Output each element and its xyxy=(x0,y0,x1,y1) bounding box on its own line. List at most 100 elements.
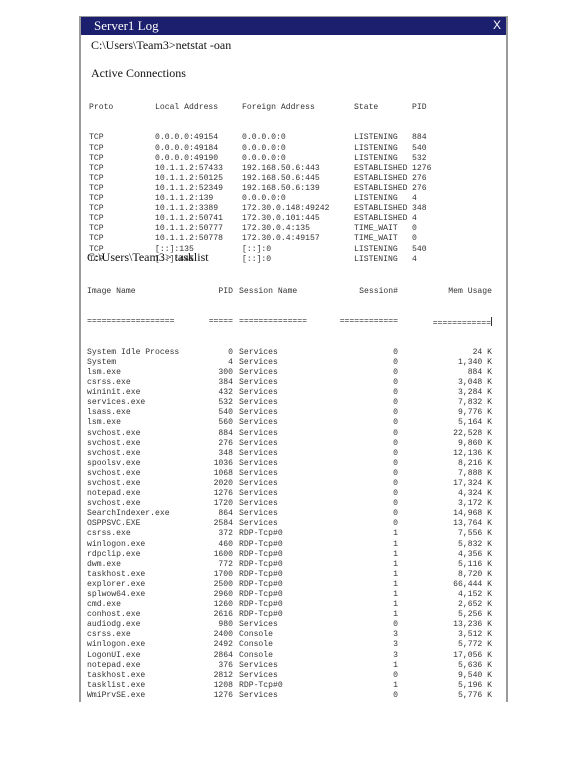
session-name-cell: RDP-Tcp#0 xyxy=(239,579,283,589)
process-row: System 4 Services 0 1,340 K xyxy=(87,358,492,368)
title-bar[interactable]: Server1 Log X xyxy=(81,17,506,35)
session-number-cell: 0 xyxy=(393,398,398,408)
session-name-cell: Services xyxy=(239,428,278,438)
netstat-row: TCP 10.1.1.2:50741 172.30.0.101:445 ESTABLI… xyxy=(89,214,452,224)
separator: ============ xyxy=(432,317,492,329)
col-image-name: Image Name xyxy=(87,287,136,297)
session-number-cell: 1 xyxy=(393,539,398,549)
session-number-cell: 0 xyxy=(393,458,398,468)
image-name-cell: System Idle Process xyxy=(87,347,180,357)
session-number-cell: 1 xyxy=(393,559,398,569)
session-number-cell: 0 xyxy=(393,408,398,418)
pid-cell: 276 xyxy=(412,173,427,183)
image-name-cell: rdpclip.exe xyxy=(87,549,141,559)
state-cell: ESTABLISHED xyxy=(354,204,408,214)
pid-cell: 560 xyxy=(218,418,233,428)
session-name-cell: Services xyxy=(239,357,278,367)
foreign-address-cell: 192.168.50.6:445 xyxy=(242,173,320,183)
session-name-cell: Services xyxy=(239,478,278,488)
mem-usage-cell: 5,256 K xyxy=(458,610,492,620)
mem-usage-cell: 3,512 K xyxy=(458,630,492,640)
session-name-cell: Services xyxy=(239,408,278,418)
tasklist-command: C:\Users\Team3> tasklist xyxy=(87,250,209,264)
session-number-cell: 0 xyxy=(393,478,398,488)
mem-usage-cell: 9,776 K xyxy=(458,408,492,418)
mem-usage-cell: 66,444 K xyxy=(453,579,492,589)
mem-usage-cell: 5,164 K xyxy=(458,418,492,428)
session-number-cell: 3 xyxy=(393,640,398,650)
pid-cell: 2020 xyxy=(213,478,233,488)
process-row: notepad.exe 376 Services 1 5,636 K xyxy=(87,661,492,671)
local-address-cell: 10.1.1.2:50778 xyxy=(155,234,223,244)
pid-cell: 540 xyxy=(412,143,427,153)
mem-usage-cell: 12,136 K xyxy=(453,448,492,458)
image-name-cell: csrss.exe xyxy=(87,378,131,388)
session-name-cell: RDP-Tcp#0 xyxy=(239,610,283,620)
image-name-cell: taskhost.exe xyxy=(87,569,146,579)
proto-cell: TCP xyxy=(89,143,104,153)
mem-usage-cell: 4,152 K xyxy=(458,590,492,599)
session-name-cell: Services xyxy=(239,418,278,428)
image-name-cell: svchost.exe xyxy=(87,448,141,458)
session-number-cell: 3 xyxy=(393,650,398,660)
pid-cell: 540 xyxy=(412,244,427,254)
session-name-cell: Console xyxy=(239,630,273,640)
session-name-cell: Services xyxy=(239,690,278,700)
pid-cell: 376 xyxy=(218,660,233,670)
image-name-cell: svchost.exe xyxy=(87,468,141,478)
local-address-cell: 10.1.1.2:3389 xyxy=(155,204,219,214)
process-row: wininit.exe 432 Services 0 3,284 K xyxy=(87,388,492,398)
session-number-cell: 1 xyxy=(393,610,398,620)
pid-cell: 0 xyxy=(412,224,417,234)
session-number-cell: 0 xyxy=(393,388,398,398)
session-number-cell: 0 xyxy=(393,620,398,630)
pid-cell: 532 xyxy=(218,398,233,408)
netstat-row: TCP 10.1.1.2:50778 172.30.0.4:49157 TIME_WA… xyxy=(89,234,452,244)
mem-usage-cell: 13,764 K xyxy=(453,519,492,529)
mem-usage-cell: 5,776 K xyxy=(458,690,492,700)
process-row: svchost.exe 884 Services 0 22,528 K xyxy=(87,429,492,439)
close-icon[interactable]: X xyxy=(493,18,501,32)
col-session-name: Session Name xyxy=(239,287,298,297)
state-cell: LISTENING xyxy=(354,194,398,204)
process-row: svchost.exe 276 Services 0 9,860 K xyxy=(87,439,492,449)
local-address-cell: 10.1.1.2:50741 xyxy=(155,214,223,224)
col-mem-usage: Mem Usage xyxy=(448,287,492,297)
pid-cell: 1700 xyxy=(213,569,233,579)
session-name-cell: Services xyxy=(239,468,278,478)
process-row: csrss.exe 384 Services 0 3,048 K xyxy=(87,378,492,388)
mem-usage-cell: 5,832 K xyxy=(458,539,492,549)
session-number-cell: 0 xyxy=(393,509,398,519)
pid-cell: 4 xyxy=(228,357,233,367)
session-name-cell: Console xyxy=(239,640,273,650)
session-number-cell: 1 xyxy=(393,569,398,579)
netstat-row: TCP 10.1.1.2:50777 172.30.0.4:135 TIME_WAIT… xyxy=(89,224,452,234)
pid-cell: 772 xyxy=(218,559,233,569)
image-name-cell: services.exe xyxy=(87,398,146,408)
proto-cell: TCP xyxy=(89,214,104,224)
session-number-cell: 0 xyxy=(393,489,398,499)
pid-cell: 2400 xyxy=(213,630,233,640)
foreign-address-cell: 172.30.0.4:49157 xyxy=(242,234,320,244)
pid-cell: 300 xyxy=(218,367,233,377)
session-number-cell: 0 xyxy=(393,347,398,357)
pid-cell: 1600 xyxy=(213,549,233,559)
mem-usage-cell: 5,116 K xyxy=(458,559,492,569)
server-log-window: Server1 Log X C:\Users\Team3>netstat -oa… xyxy=(79,16,508,702)
session-name-cell: Services xyxy=(239,378,278,388)
netstat-header-row: Proto Local Address Foreign Address Stat… xyxy=(89,103,452,113)
state-cell: LISTENING xyxy=(354,143,398,153)
session-number-cell: 1 xyxy=(393,549,398,559)
pid-cell: 2616 xyxy=(213,610,233,620)
state-cell: ESTABLISHED xyxy=(354,214,408,224)
mem-usage-cell: 9,860 K xyxy=(458,438,492,448)
image-name-cell: lsm.exe xyxy=(87,418,121,428)
col-proto: Proto xyxy=(89,103,114,113)
netstat-row: TCP 0.0.0.0:49154 0.0.0.0:0 LISTENING 884 xyxy=(89,133,452,143)
session-number-cell: 1 xyxy=(393,590,398,599)
mem-usage-cell: 7,888 K xyxy=(458,468,492,478)
separator: ===== xyxy=(208,317,233,327)
netstat-row: TCP 10.1.1.2:52349 192.168.50.6:139 ESTABLI… xyxy=(89,184,452,194)
netstat-row: TCP 10.1.1.2:139 0.0.0.0:0 LISTENING 4 xyxy=(89,194,452,204)
process-row: audiodg.exe 980 Services 0 13,236 K xyxy=(87,620,492,630)
